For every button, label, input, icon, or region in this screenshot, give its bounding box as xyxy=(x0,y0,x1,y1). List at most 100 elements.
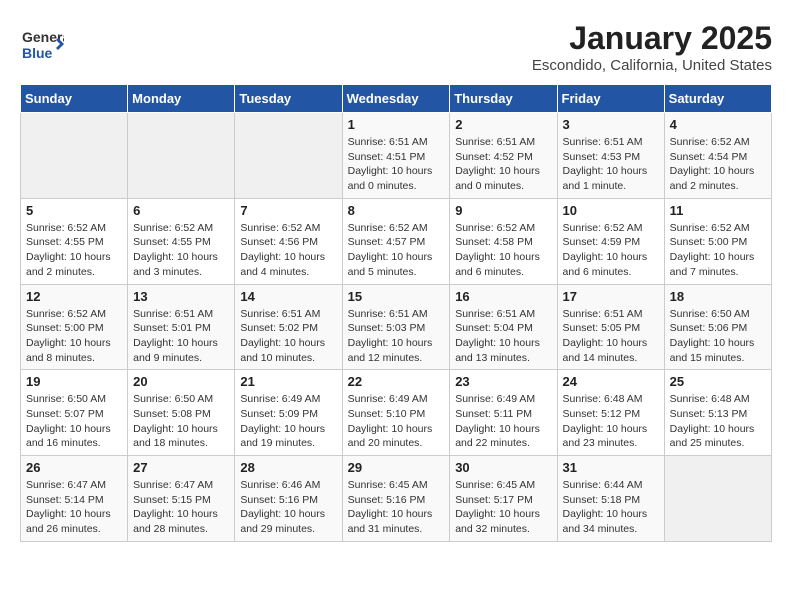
calendar-cell-0-0 xyxy=(21,113,128,199)
day-number: 30 xyxy=(455,460,551,475)
calendar-cell-3-2: 21 Sunrise: 6:49 AMSunset: 5:09 PMDayligh… xyxy=(235,370,342,456)
day-info: Sunrise: 6:49 AMSunset: 5:09 PMDaylight:… xyxy=(240,392,336,451)
day-info: Sunrise: 6:48 AMSunset: 5:13 PMDaylight:… xyxy=(670,392,766,451)
day-info: Sunrise: 6:48 AMSunset: 5:12 PMDaylight:… xyxy=(563,392,659,451)
calendar-cell-4-6 xyxy=(664,456,771,542)
day-info: Sunrise: 6:47 AMSunset: 5:14 PMDaylight:… xyxy=(26,478,122,537)
calendar-cell-0-1 xyxy=(128,113,235,199)
calendar-cell-1-3: 8Sunrise: 6:52 AMSunset: 4:57 PMDaylight… xyxy=(342,198,450,284)
day-number: 19 xyxy=(26,374,122,389)
day-info: Sunrise: 6:52 AMSunset: 4:55 PMDaylight:… xyxy=(133,221,229,280)
calendar-cell-1-0: 5 Sunrise: 6:52 AMSunset: 4:55 PMDaylight… xyxy=(21,198,128,284)
week-row-2: 12Sunrise: 6:52 AMSunset: 5:00 PMDayligh… xyxy=(21,284,772,370)
logo: General Blue xyxy=(20,20,64,64)
day-number: 6 xyxy=(133,203,229,218)
day-number: 16 xyxy=(455,289,551,304)
calendar-header-row: Sunday Monday Tuesday Wednesday Thursday… xyxy=(21,85,772,113)
calendar-cell-4-3: 29Sunrise: 6:45 AMSunset: 5:16 PMDayligh… xyxy=(342,456,450,542)
calendar-cell-3-1: 20Sunrise: 6:50 AMSunset: 5:08 PMDayligh… xyxy=(128,370,235,456)
day-info: Sunrise: 6:51 AMSunset: 5:05 PMDaylight:… xyxy=(563,307,659,366)
day-number: 7 xyxy=(240,203,336,218)
calendar-cell-3-6: 25 Sunrise: 6:48 AMSunset: 5:13 PMDayligh… xyxy=(664,370,771,456)
calendar-cell-0-2 xyxy=(235,113,342,199)
calendar-cell-1-5: 10 Sunrise: 6:52 AMSunset: 4:59 PMDayligh… xyxy=(557,198,664,284)
week-row-0: 1 Sunrise: 6:51 AMSunset: 4:51 PMDaylight… xyxy=(21,113,772,199)
calendar-table: Sunday Monday Tuesday Wednesday Thursday… xyxy=(20,84,772,542)
day-info: Sunrise: 6:51 AMSunset: 5:01 PMDaylight:… xyxy=(133,307,229,366)
day-info: Sunrise: 6:52 AMSunset: 4:56 PMDaylight:… xyxy=(240,221,336,280)
day-info: Sunrise: 6:51 AMSunset: 5:03 PMDaylight:… xyxy=(348,307,445,366)
day-number: 10 xyxy=(563,203,659,218)
day-info: Sunrise: 6:44 AMSunset: 5:18 PMDaylight:… xyxy=(563,478,659,537)
day-info: Sunrise: 6:50 AMSunset: 5:07 PMDaylight:… xyxy=(26,392,122,451)
calendar-cell-1-6: 11 Sunrise: 6:52 AMSunset: 5:00 PMDayligh… xyxy=(664,198,771,284)
calendar-cell-2-1: 13 Sunrise: 6:51 AMSunset: 5:01 PMDayligh… xyxy=(128,284,235,370)
header-thursday: Thursday xyxy=(450,85,557,113)
calendar-cell-4-5: 31 Sunrise: 6:44 AMSunset: 5:18 PMDayligh… xyxy=(557,456,664,542)
header-sunday: Sunday xyxy=(21,85,128,113)
calendar-cell-2-5: 17 Sunrise: 6:51 AMSunset: 5:05 PMDayligh… xyxy=(557,284,664,370)
week-row-1: 5 Sunrise: 6:52 AMSunset: 4:55 PMDaylight… xyxy=(21,198,772,284)
header-friday: Friday xyxy=(557,85,664,113)
calendar-cell-1-1: 6 Sunrise: 6:52 AMSunset: 4:55 PMDaylight… xyxy=(128,198,235,284)
calendar-cell-4-1: 27 Sunrise: 6:47 AMSunset: 5:15 PMDayligh… xyxy=(128,456,235,542)
day-number: 21 xyxy=(240,374,336,389)
day-info: Sunrise: 6:52 AMSunset: 4:54 PMDaylight:… xyxy=(670,135,766,194)
day-number: 3 xyxy=(563,117,659,132)
day-info: Sunrise: 6:50 AMSunset: 5:06 PMDaylight:… xyxy=(670,307,766,366)
location: Escondido, California, United States xyxy=(532,57,772,74)
day-info: Sunrise: 6:52 AMSunset: 4:57 PMDaylight:… xyxy=(348,221,445,280)
day-number: 11 xyxy=(670,203,766,218)
day-number: 31 xyxy=(563,460,659,475)
calendar-cell-2-2: 14Sunrise: 6:51 AMSunset: 5:02 PMDayligh… xyxy=(235,284,342,370)
calendar-cell-3-5: 24Sunrise: 6:48 AMSunset: 5:12 PMDayligh… xyxy=(557,370,664,456)
day-info: Sunrise: 6:45 AMSunset: 5:16 PMDaylight:… xyxy=(348,478,445,537)
day-info: Sunrise: 6:52 AMSunset: 4:55 PMDaylight:… xyxy=(26,221,122,280)
day-number: 28 xyxy=(240,460,336,475)
day-number: 17 xyxy=(563,289,659,304)
page-header: General Blue January 2025 Escondido, Cal… xyxy=(20,20,772,74)
title-section: January 2025 Escondido, California, Unit… xyxy=(532,20,772,74)
day-number: 1 xyxy=(348,117,445,132)
day-number: 25 xyxy=(670,374,766,389)
calendar-cell-2-4: 16 Sunrise: 6:51 AMSunset: 5:04 PMDayligh… xyxy=(450,284,557,370)
day-number: 5 xyxy=(26,203,122,218)
calendar-cell-0-4: 2Sunrise: 6:51 AMSunset: 4:52 PMDaylight… xyxy=(450,113,557,199)
day-info: Sunrise: 6:46 AMSunset: 5:16 PMDaylight:… xyxy=(240,478,336,537)
header-saturday: Saturday xyxy=(664,85,771,113)
day-info: Sunrise: 6:52 AMSunset: 4:59 PMDaylight:… xyxy=(563,221,659,280)
day-number: 9 xyxy=(455,203,551,218)
calendar-cell-0-3: 1 Sunrise: 6:51 AMSunset: 4:51 PMDaylight… xyxy=(342,113,450,199)
week-row-4: 26 Sunrise: 6:47 AMSunset: 5:14 PMDayligh… xyxy=(21,456,772,542)
calendar-cell-4-4: 30 Sunrise: 6:45 AMSunset: 5:17 PMDayligh… xyxy=(450,456,557,542)
day-number: 14 xyxy=(240,289,336,304)
header-monday: Monday xyxy=(128,85,235,113)
day-info: Sunrise: 6:52 AMSunset: 5:00 PMDaylight:… xyxy=(670,221,766,280)
calendar-cell-1-2: 7 Sunrise: 6:52 AMSunset: 4:56 PMDaylight… xyxy=(235,198,342,284)
day-number: 18 xyxy=(670,289,766,304)
day-info: Sunrise: 6:51 AMSunset: 5:04 PMDaylight:… xyxy=(455,307,551,366)
header-tuesday: Tuesday xyxy=(235,85,342,113)
day-number: 4 xyxy=(670,117,766,132)
calendar-cell-4-0: 26 Sunrise: 6:47 AMSunset: 5:14 PMDayligh… xyxy=(21,456,128,542)
day-number: 27 xyxy=(133,460,229,475)
calendar-cell-3-0: 19 Sunrise: 6:50 AMSunset: 5:07 PMDayligh… xyxy=(21,370,128,456)
day-number: 13 xyxy=(133,289,229,304)
calendar-cell-0-6: 4 Sunrise: 6:52 AMSunset: 4:54 PMDaylight… xyxy=(664,113,771,199)
calendar-cell-1-4: 9 Sunrise: 6:52 AMSunset: 4:58 PMDaylight… xyxy=(450,198,557,284)
svg-text:Blue: Blue xyxy=(22,45,53,61)
header-wednesday: Wednesday xyxy=(342,85,450,113)
calendar-cell-2-3: 15Sunrise: 6:51 AMSunset: 5:03 PMDayligh… xyxy=(342,284,450,370)
week-row-3: 19 Sunrise: 6:50 AMSunset: 5:07 PMDayligh… xyxy=(21,370,772,456)
day-info: Sunrise: 6:52 AMSunset: 4:58 PMDaylight:… xyxy=(455,221,551,280)
day-info: Sunrise: 6:50 AMSunset: 5:08 PMDaylight:… xyxy=(133,392,229,451)
day-info: Sunrise: 6:45 AMSunset: 5:17 PMDaylight:… xyxy=(455,478,551,537)
day-number: 26 xyxy=(26,460,122,475)
day-number: 23 xyxy=(455,374,551,389)
month-title: January 2025 xyxy=(532,20,772,57)
calendar-cell-3-4: 23 Sunrise: 6:49 AMSunset: 5:11 PMDayligh… xyxy=(450,370,557,456)
calendar-cell-2-0: 12Sunrise: 6:52 AMSunset: 5:00 PMDayligh… xyxy=(21,284,128,370)
day-info: Sunrise: 6:47 AMSunset: 5:15 PMDaylight:… xyxy=(133,478,229,537)
day-info: Sunrise: 6:49 AMSunset: 5:11 PMDaylight:… xyxy=(455,392,551,451)
day-info: Sunrise: 6:51 AMSunset: 4:51 PMDaylight:… xyxy=(348,135,445,194)
